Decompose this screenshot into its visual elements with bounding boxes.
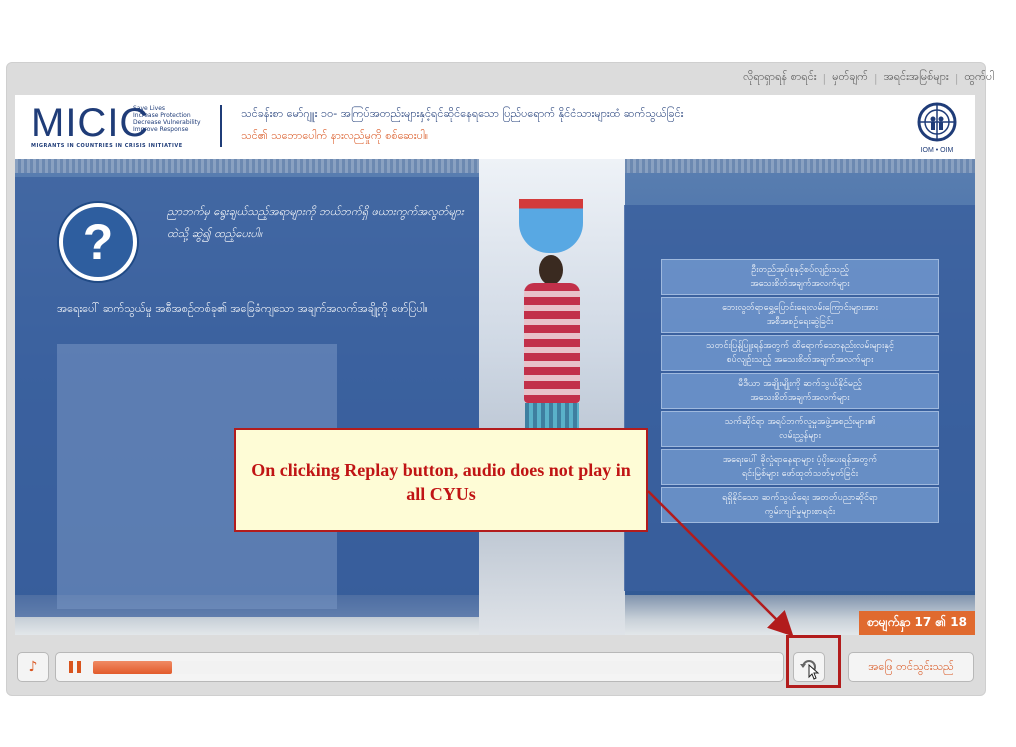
page-counter: စာမျက်နှာ 17 ၏ 18: [859, 611, 975, 635]
nav-glossary-link[interactable]: လိုရာရှာရန် စာရင်း: [743, 70, 816, 86]
logo-subtitle: MIGRANTS IN COUNTRIES IN CRISIS INITIATI…: [31, 143, 183, 149]
course-title: သင်ခန်းစာ မော်ဂျူး ၁၀- အကြပ်အတည်းများနှင…: [241, 107, 684, 120]
drag-item[interactable]: ရရှိနိုင်သော ဆက်သွယ်ရေး အတတ်ပညာဆိုင်ရာ က…: [661, 487, 939, 523]
pause-icon: [77, 661, 81, 673]
slide-stage: ? ညာဘက်မှ ရွေးချယ်သည့်အရာများကို ဘယ်ဘက်ရ…: [15, 159, 975, 635]
speaker-icon: ♪: [28, 659, 38, 675]
drag-item[interactable]: ဘေးလွတ်ရာရွှေ့ပြောင်းရေးလမ်းကြောင်းများအ…: [661, 297, 939, 333]
drag-item[interactable]: သတင်းပြန့်ပြူးရန်အတွက် ထိရောက်သောနည်းလမ်…: [661, 335, 939, 371]
nav-separator: |: [873, 71, 878, 85]
basin-shape: [519, 199, 583, 253]
nav-exit-link[interactable]: ထွက်ပါ: [964, 70, 994, 86]
progress-track: [93, 661, 783, 674]
drag-item[interactable]: ဦးတည်အုပ်စုနှင့်စပ်လျဉ်းသည့် အသေးစိတ်အချ…: [661, 259, 939, 295]
micic-logo: MICIC: [31, 101, 150, 145]
drag-item[interactable]: မီဒီယာ အချိုးမျိုးကို ဆက်သွယ်နိုင်မည့် အ…: [661, 373, 939, 409]
course-header: MICIC Save Lives Increase Protection Dec…: [15, 95, 975, 159]
question-text: အရေးပေါ် ဆက်သွယ်မှု အစီအစဉ်တစ်ခု၏ အခြေခံ…: [57, 302, 428, 315]
playback-controls: ♪ အဖြေ တင်သွင်းသည်: [15, 635, 975, 688]
left-panel: ? ညာဘက်မှ ရွေးချယ်သည့်အရာများကို ဘယ်ဘက်ရ…: [15, 177, 479, 617]
head-shape: [539, 255, 563, 285]
header-divider: [220, 105, 222, 147]
question-mark: ?: [82, 214, 114, 270]
pause-icon: [69, 661, 73, 673]
top-navigation: လိုရာရှာရန် စာရင်း | မှတ်ချက် | အရင်းအမြ…: [743, 70, 994, 86]
instruction-text: ညာဘက်မှ ရွေးချယ်သည့်အရာများကို ဘယ်ဘက်ရှိ…: [167, 205, 464, 240]
drag-items-list: ဦးတည်အုပ်စုနှင့်စပ်လျဉ်းသည့် အသေးစိတ်အချ…: [661, 259, 939, 523]
logo-tagline: Save Lives Increase Protection Decrease …: [133, 105, 201, 133]
nav-separator: |: [822, 71, 827, 85]
nav-resources-link[interactable]: အရင်းအမြစ်များ: [884, 70, 949, 86]
volume-button[interactable]: ♪: [17, 652, 49, 682]
drag-item[interactable]: သက်ဆိုင်ရာ အရပ်ဘက်လူမှုအဖွဲ့အစည်းများ၏ လ…: [661, 411, 939, 447]
svg-text:IOM • OIM: IOM • OIM: [921, 147, 954, 154]
bug-annotation-callout: On clicking Replay button, audio does no…: [234, 428, 648, 532]
body-shape: [524, 283, 580, 403]
right-panel: ဦးတည်အုပ်စုနှင့်စပ်လျဉ်းသည့် အသေးစိတ်အချ…: [624, 205, 975, 591]
woman-carrying-basin-photo: [479, 159, 625, 635]
nav-notes-link[interactable]: မှတ်ချက်: [832, 70, 868, 86]
nav-separator: |: [954, 71, 959, 85]
progress-bar[interactable]: [93, 652, 784, 682]
drag-item[interactable]: အရေးပေါ် ခိုလှုံရာနေရာများ ပံ့ပိုးပေးရန်…: [661, 449, 939, 485]
question-icon: ?: [59, 203, 137, 281]
replay-highlight-box: [786, 635, 841, 688]
course-subtitle: သင်၏ သဘောပေါက် နားလည်မှုကို စစ်ဆေးပါ။: [241, 129, 429, 142]
submit-answer-button[interactable]: အဖြေ တင်သွင်းသည်: [848, 652, 974, 682]
progress-fill: [93, 661, 173, 674]
pause-button[interactable]: [55, 652, 95, 682]
iom-logo-icon: IOM • OIM: [917, 102, 957, 154]
bug-annotation-text: On clicking Replay button, audio does no…: [251, 460, 631, 504]
